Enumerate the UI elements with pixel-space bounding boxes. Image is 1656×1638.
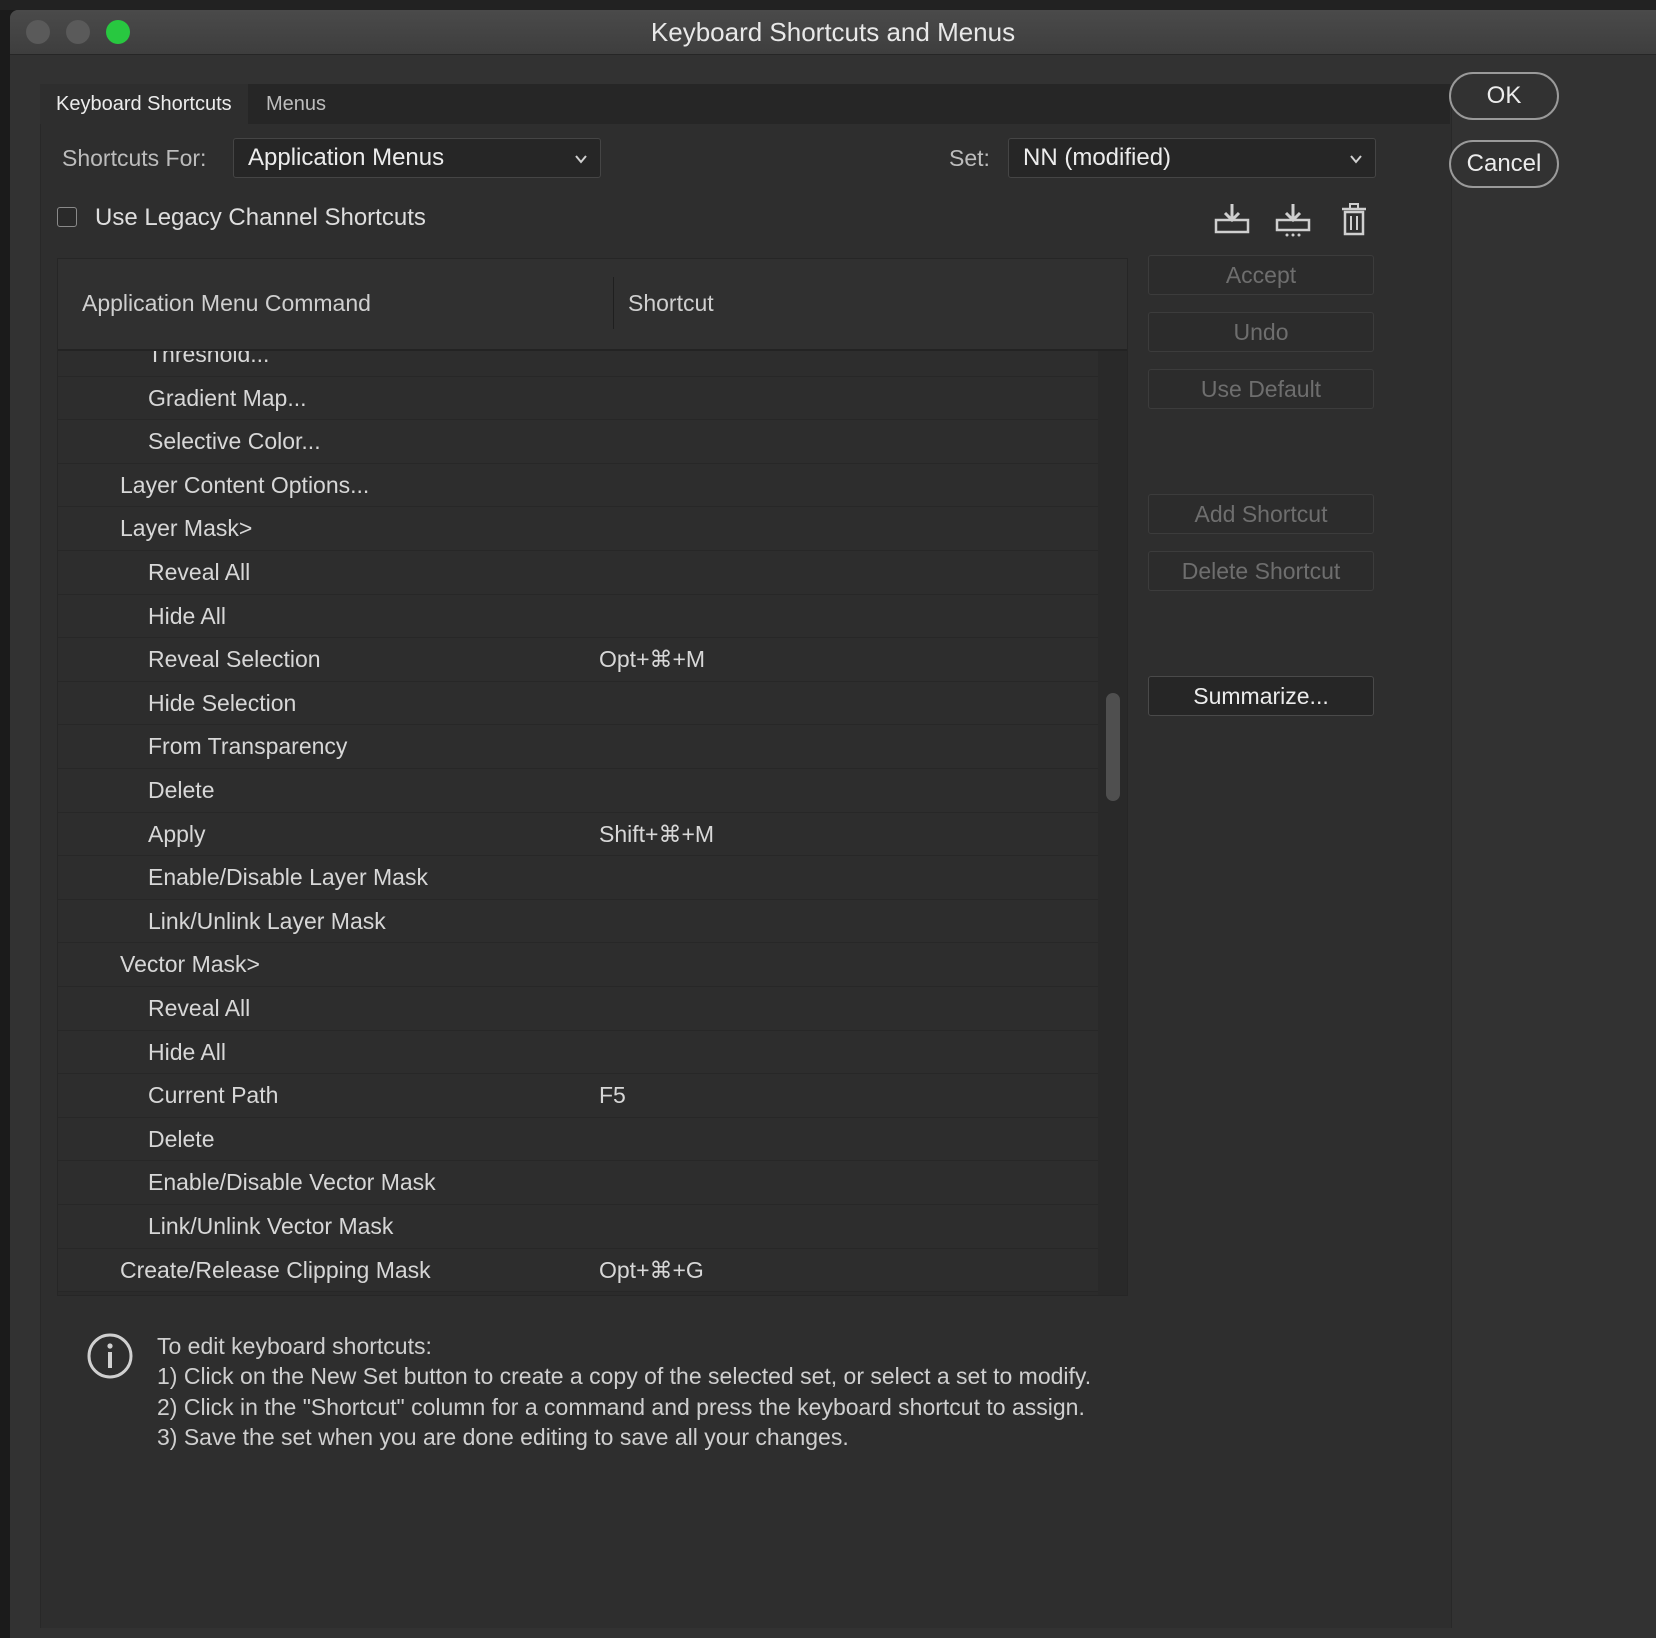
table-row[interactable]: Enable/Disable Vector Mask <box>58 1161 1098 1205</box>
set-select[interactable]: NN (modified) <box>1008 138 1376 178</box>
shortcuts-for-label: Shortcuts For: <box>62 145 207 171</box>
command-cell: Gradient Map... <box>148 384 307 411</box>
command-cell: Reveal All <box>148 995 251 1021</box>
tab-menus[interactable]: Menus <box>250 84 342 124</box>
info-step-1: 1) Click on the New Set button to create… <box>157 1363 1092 1389</box>
shortcut-cell[interactable]: F5 <box>599 1074 626 1118</box>
trash-icon[interactable] <box>1334 200 1374 240</box>
table-row[interactable]: Delete <box>58 769 1098 813</box>
table-row[interactable]: Hide All <box>58 1030 1098 1075</box>
shortcut-cell[interactable]: Shift+⌘+M <box>599 813 714 857</box>
chevron-down-icon <box>1350 155 1362 164</box>
table-body: Threshold... Gradient Map... Selective Col… <box>58 351 1098 1295</box>
table-row[interactable]: Layer Content Options... <box>58 463 1098 508</box>
command-cell: Reveal Selection <box>148 646 321 673</box>
background-window-edge <box>0 10 10 1638</box>
save-set-icon[interactable] <box>1212 200 1252 240</box>
command-cell: Link/Unlink Layer Mask <box>148 907 386 934</box>
command-cell: Selective Color... <box>148 428 321 455</box>
info-step-2: 2) Click in the "Shortcut" column for a … <box>157 1394 1085 1420</box>
chevron-down-icon <box>575 155 587 164</box>
shortcuts-for-value: Application Menus <box>248 144 445 171</box>
column-header-shortcut[interactable]: Shortcut <box>628 259 714 347</box>
summarize-button[interactable]: Summarize... <box>1148 676 1374 716</box>
table-row[interactable]: Create/Release Clipping Mask Opt+⌘+G <box>58 1248 1098 1293</box>
tab-bar: Keyboard Shortcuts Menus <box>40 84 1450 124</box>
command-cell: Delete <box>148 777 215 803</box>
table-row[interactable]: Reveal All <box>58 551 1098 595</box>
table-row[interactable]: Hide Selection <box>58 681 1098 726</box>
table-row[interactable]: Selective Color... <box>58 420 1098 464</box>
shortcuts-table: Application Menu Command Shortcut Thresh… <box>57 258 1128 1296</box>
command-cell: Layer Mask> <box>120 515 253 542</box>
info-step-3: 3) Save the set when you are done editin… <box>157 1424 849 1450</box>
table-row[interactable]: Link/Unlink Vector Mask <box>58 1205 1098 1249</box>
use-default-button[interactable]: Use Default <box>1148 369 1374 409</box>
table-row[interactable]: Gradient Map... <box>58 376 1098 421</box>
command-cell: Create/Release Clipping Mask <box>120 1256 431 1283</box>
table-row[interactable]: Vector Mask> <box>58 943 1098 987</box>
window-title: Keyboard Shortcuts and Menus <box>650 17 1016 47</box>
title-bar[interactable]: Keyboard Shortcuts and Menus <box>10 10 1656 55</box>
command-cell: From Transparency <box>148 733 348 760</box>
table-row[interactable]: Delete <box>58 1117 1098 1162</box>
new-set-icon[interactable] <box>1273 200 1313 240</box>
table-row[interactable]: Link/Unlink Layer Mask <box>58 899 1098 944</box>
command-cell: Threshold... <box>148 351 270 367</box>
command-cell: Link/Unlink Vector Mask <box>148 1213 394 1239</box>
command-cell: Vector Mask> <box>120 951 260 978</box>
info-icon <box>87 1333 133 1379</box>
command-cell: Reveal All <box>148 559 251 585</box>
scrollbar-thumb[interactable] <box>1106 693 1120 801</box>
set-value: NN (modified) <box>1023 144 1172 171</box>
table-row[interactable]: Threshold... <box>58 351 1098 377</box>
delete-shortcut-button[interactable]: Delete Shortcut <box>1148 551 1374 591</box>
accept-button[interactable]: Accept <box>1148 255 1374 295</box>
table-row[interactable]: Reveal All <box>58 987 1098 1031</box>
legacy-channel-checkbox[interactable] <box>57 207 77 227</box>
table-row[interactable]: Reveal Selection Opt+⌘+M <box>58 638 1098 682</box>
column-divider[interactable] <box>613 277 614 329</box>
command-cell: Hide All <box>148 1038 226 1065</box>
ok-button[interactable]: OK <box>1449 72 1559 120</box>
table-row[interactable]: Apply Shift+⌘+M <box>58 812 1098 857</box>
shortcuts-for-select[interactable]: Application Menus <box>233 138 601 178</box>
table-row[interactable]: From Transparency <box>58 725 1098 769</box>
shortcut-cell[interactable]: Opt+⌘+M <box>599 638 705 682</box>
table-row[interactable]: Layer Mask> <box>58 507 1098 551</box>
table-header: Application Menu Command Shortcut <box>58 259 1127 351</box>
cancel-button[interactable]: Cancel <box>1449 140 1559 188</box>
info-heading: To edit keyboard shortcuts: <box>157 1333 432 1359</box>
tab-keyboard-shortcuts[interactable]: Keyboard Shortcuts <box>40 84 248 124</box>
shortcut-cell[interactable]: Opt+⌘+G <box>599 1249 704 1293</box>
command-cell: Enable/Disable Vector Mask <box>148 1169 436 1196</box>
table-row[interactable]: Current Path F5 <box>58 1074 1098 1118</box>
scrollbar-track[interactable] <box>1098 351 1127 1295</box>
table-row[interactable]: Hide All <box>58 594 1098 639</box>
command-cell: Current Path <box>148 1082 279 1109</box>
system-menubar <box>0 0 1656 10</box>
undo-button[interactable]: Undo <box>1148 312 1374 352</box>
command-cell: Apply <box>148 820 206 847</box>
command-cell: Enable/Disable Layer Mask <box>148 864 428 891</box>
command-cell: Delete <box>148 1125 215 1152</box>
table-row[interactable]: Enable/Disable Layer Mask <box>58 856 1098 900</box>
command-cell: Hide Selection <box>148 689 297 716</box>
add-shortcut-button[interactable]: Add Shortcut <box>1148 494 1374 534</box>
command-cell: Layer Content Options... <box>120 471 370 498</box>
legacy-channel-label[interactable]: Use Legacy Channel Shortcuts <box>95 204 426 232</box>
command-cell: Hide All <box>148 602 226 629</box>
set-label: Set: <box>949 145 990 171</box>
column-header-command[interactable]: Application Menu Command <box>82 259 371 347</box>
